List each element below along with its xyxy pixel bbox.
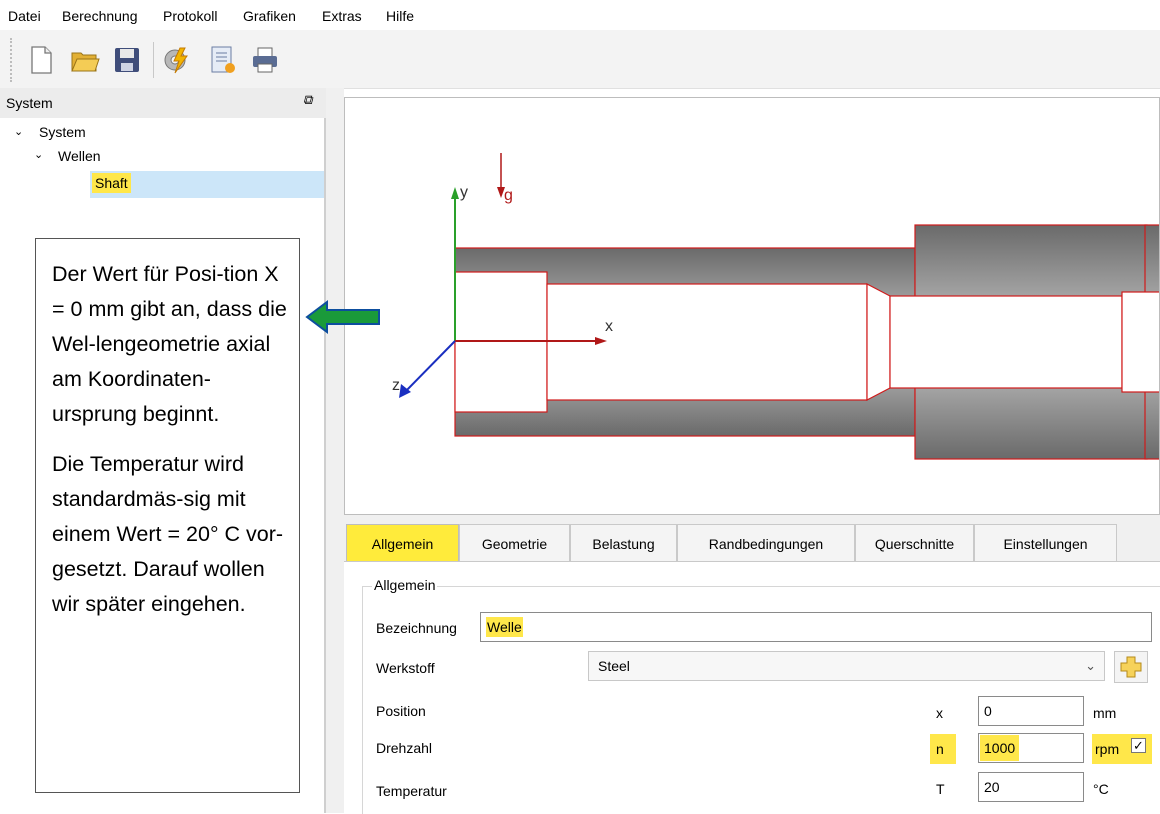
chevron-down-icon[interactable]: ⌄ — [14, 125, 23, 138]
add-material-button[interactable] — [1114, 651, 1148, 683]
group-title: Allgemein — [372, 577, 438, 593]
temperatur-unit: °C — [1093, 781, 1109, 797]
print-icon[interactable] — [250, 45, 280, 75]
bezeichnung-input[interactable]: Welle — [480, 612, 1152, 642]
menu-grafiken[interactable]: Grafiken — [243, 8, 296, 24]
calculate-icon[interactable] — [162, 45, 192, 75]
tab-querschnitte[interactable]: Querschnitte — [855, 524, 974, 562]
tree-node-system[interactable]: System — [39, 124, 86, 140]
axis-x-label: x — [605, 318, 613, 335]
menu-datei[interactable]: Datei — [8, 8, 41, 24]
save-icon[interactable] — [112, 45, 142, 75]
axis-y-label: y — [460, 184, 468, 201]
tab-randbedingungen[interactable]: Randbedingungen — [677, 524, 855, 562]
shaft-drawing — [399, 153, 1159, 460]
temperatur-input[interactable]: 20 — [978, 772, 1084, 802]
werkstoff-label: Werkstoff — [376, 660, 435, 676]
menu-extras[interactable]: Extras — [322, 8, 362, 24]
drehzahl-symbol: n — [936, 741, 944, 757]
bezeichnung-label: Bezeichnung — [376, 620, 457, 636]
system-panel-header: System ⧉ — [0, 88, 326, 119]
menu-berechnung[interactable]: Berechnung — [62, 8, 138, 24]
system-panel-title: System — [6, 95, 53, 111]
menu-bar: Datei Berechnung Protokoll Grafiken Extr… — [0, 0, 1160, 30]
toolbar-grip — [10, 38, 16, 82]
drehzahl-unit: rpm — [1095, 741, 1120, 757]
position-symbol: x — [936, 705, 943, 721]
tab-geometrie[interactable]: Geometrie — [459, 524, 570, 562]
float-panel-icon[interactable]: ⧉ — [303, 92, 312, 108]
annotation-callout: Der Wert für Posi-tion X = 0 mm gibt an,… — [35, 238, 300, 793]
open-folder-icon[interactable] — [70, 45, 100, 75]
toolbar-separator — [153, 42, 154, 78]
tab-allgemein[interactable]: Allgemein — [346, 524, 459, 562]
tree-node-shaft[interactable]: Shaft — [92, 173, 131, 193]
z-axis — [402, 340, 456, 395]
callout-text-temperature: Die Temperatur wird standardmäs-sig mit … — [52, 452, 284, 616]
shaft-viewport[interactable]: y x z g — [344, 97, 1160, 515]
report-icon[interactable] — [208, 45, 238, 75]
axis-z-label: z — [392, 377, 400, 394]
bore-chamfer — [866, 283, 891, 401]
tab-einstellungen[interactable]: Einstellungen — [974, 524, 1117, 562]
werkstoff-select[interactable]: Steel ⌄ — [588, 651, 1105, 681]
new-file-icon[interactable] — [26, 45, 56, 75]
plus-icon — [1120, 656, 1142, 678]
bore-4 — [1121, 291, 1159, 393]
menu-protokoll[interactable]: Protokoll — [163, 8, 217, 24]
tree-node-wellen[interactable]: Wellen — [58, 148, 101, 164]
chevron-down-icon: ⌄ — [1085, 658, 1096, 673]
drehzahl-label: Drehzahl — [376, 740, 433, 756]
temperatur-label: Temperatur — [376, 783, 447, 799]
pointer-arrow-icon — [305, 300, 380, 334]
tab-belastung[interactable]: Belastung — [570, 524, 677, 562]
drehzahl-checkbox[interactable]: ✓ — [1131, 738, 1146, 753]
position-unit: mm — [1093, 705, 1117, 721]
callout-text-position: Der Wert für Posi-tion X = 0 mm gibt an,… — [52, 262, 287, 426]
position-input[interactable]: 0 — [978, 696, 1084, 726]
position-label: Position — [376, 703, 426, 719]
drehzahl-input[interactable]: 1000 — [978, 733, 1084, 763]
panel-splitter[interactable] — [326, 88, 344, 813]
chevron-down-icon[interactable]: ⌄ — [34, 148, 43, 161]
gravity-label: g — [504, 187, 513, 204]
bore-3 — [889, 295, 1123, 389]
temperatur-symbol: T — [936, 781, 945, 797]
menu-hilfe[interactable]: Hilfe — [386, 8, 414, 24]
